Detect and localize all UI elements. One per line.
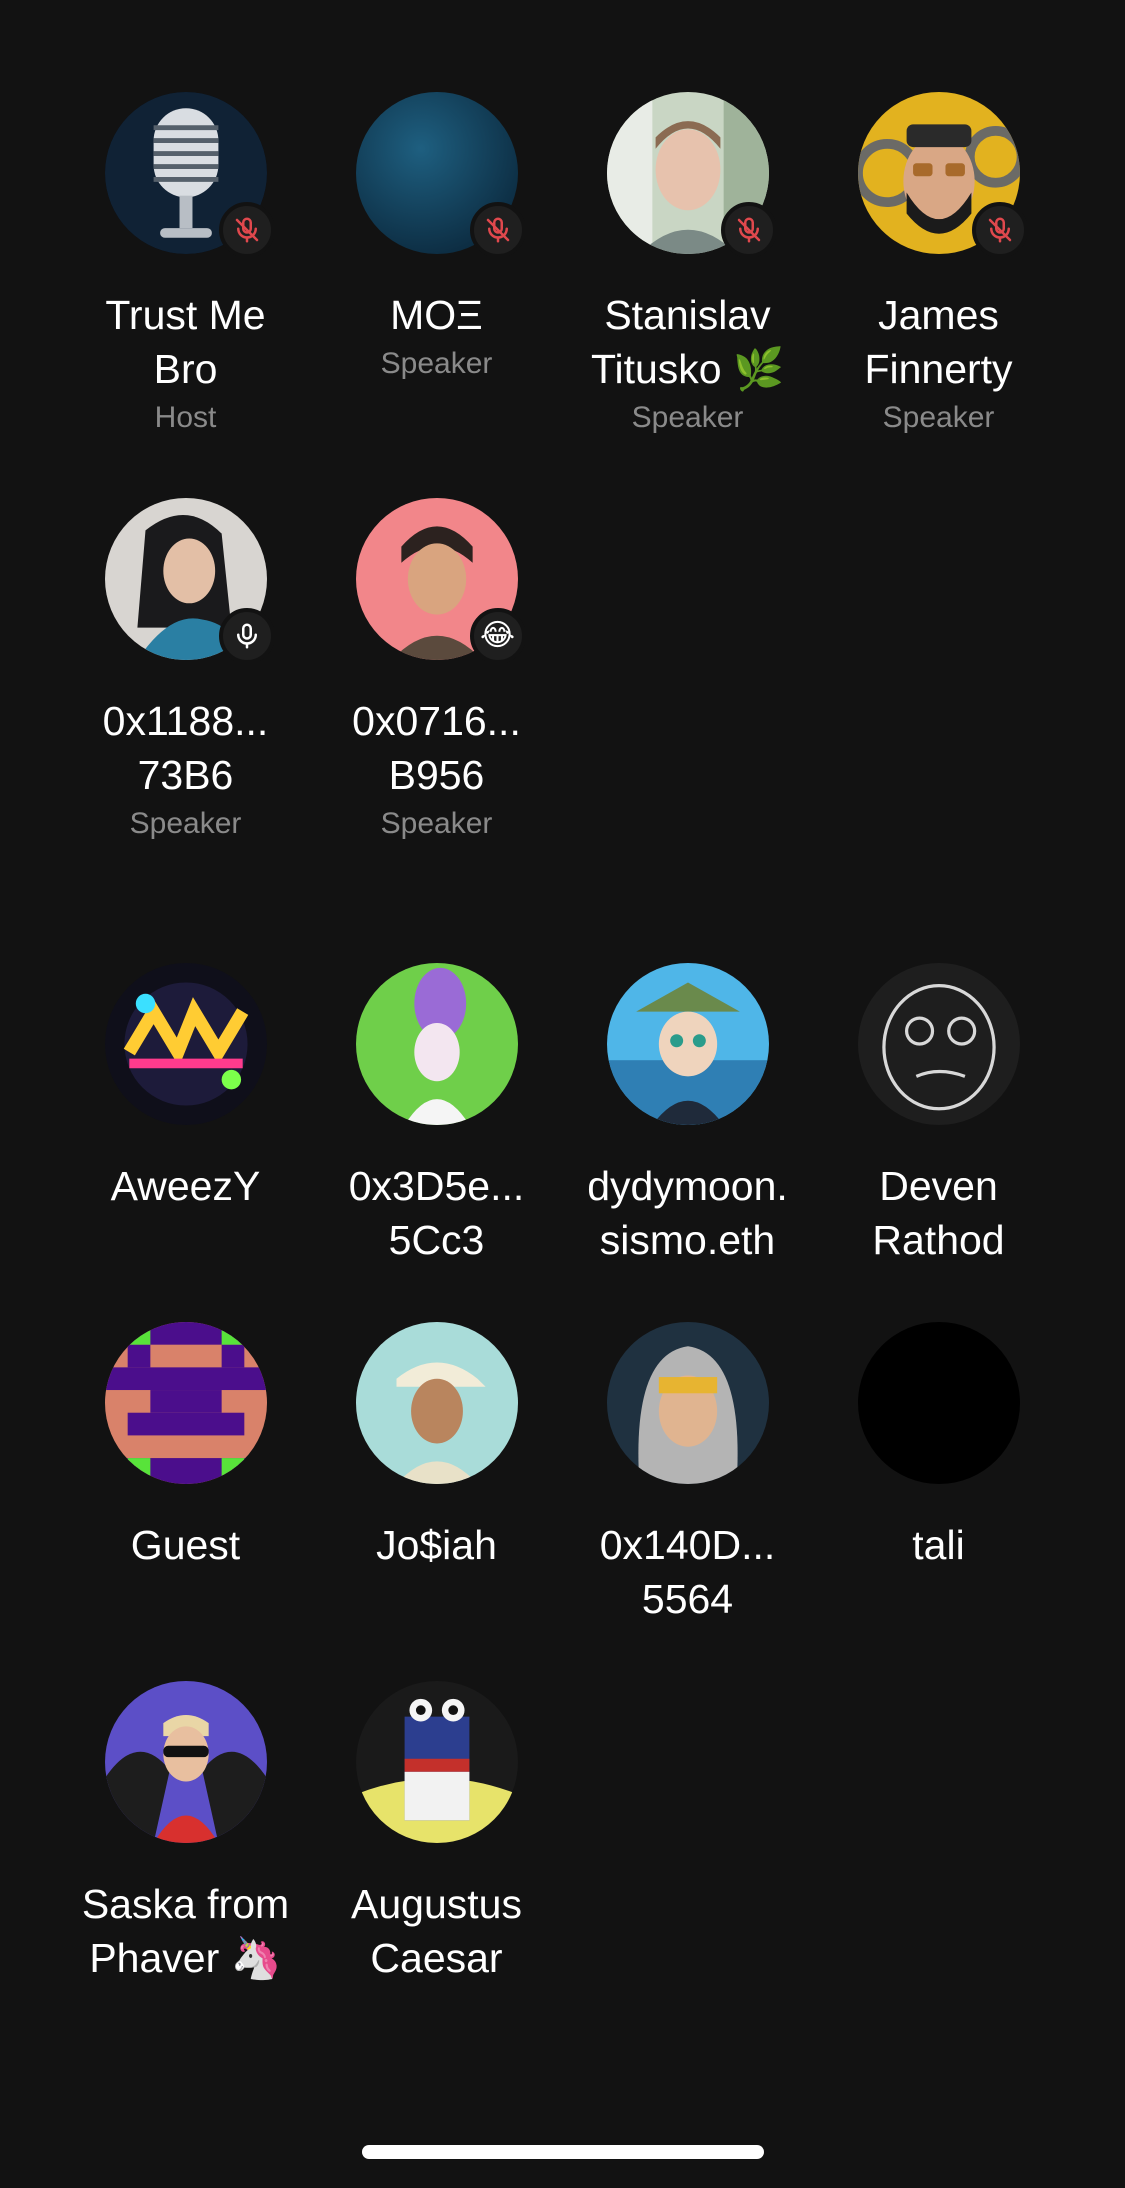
listener-card[interactable]: dydymoon. sismo.eth [562,963,813,1322]
speaker-role: Host [154,401,217,434]
speaker-name: 0x0716... B956 [352,698,521,798]
anime-hat-avatar[interactable] [606,963,769,1125]
listener-name: Augustus Caesar [351,1881,522,1981]
speaker-name: James Finnerty [864,292,1013,392]
listener-card[interactable]: 0x140D... 5564 [562,1322,813,1681]
sunglasses-man-avatar[interactable] [104,1681,267,1843]
speaker-role: Speaker [380,347,493,380]
cap-man-avatar[interactable] [355,1322,518,1484]
listener-name: dydymoon. sismo.eth [587,1163,788,1263]
purple-hair-avatar[interactable] [355,963,518,1125]
black-avatar[interactable] [857,1322,1020,1484]
speaker-role: Speaker [882,401,995,434]
speaker-card[interactable]: 😂 0x0716... B956 Speaker [311,498,562,904]
hooded-man-avatar[interactable] [606,1322,769,1484]
listener-name: tali [912,1522,965,1568]
mic-icon [218,608,275,664]
listener-name: Jo$iah [376,1522,497,1568]
listener-card[interactable]: AweezY [60,963,311,1322]
graffiti-logo-avatar[interactable] [104,963,267,1125]
listener-name: 0x3D5e... 5Cc3 [348,1163,525,1263]
listener-card[interactable]: Augustus Caesar [311,1681,562,2040]
speaker-role: Speaker [631,401,744,434]
listener-name: 0x140D... 5564 [599,1522,776,1622]
laughing-emoji-icon: 😂 [469,608,526,664]
speaker-card[interactable]: MOΞ Speaker [311,92,562,498]
listener-name: Deven Rathod [872,1163,1005,1263]
speaker-name: Stanislav Titusko 🌿 [590,292,785,392]
listener-card[interactable]: Deven Rathod [813,963,1064,1322]
muted-mic-icon [218,202,275,258]
speaker-role: Speaker [380,807,493,840]
listener-card[interactable]: Guest [60,1322,311,1681]
listener-card[interactable]: tali [813,1322,1064,1681]
home-indicator[interactable] [362,2145,764,2159]
speaker-name: Trust Me Bro [105,292,266,392]
speaker-card[interactable]: 0x1188... 73B6 Speaker [60,498,311,904]
speaker-card[interactable]: Trust Me Bro Host [60,92,311,498]
speaker-role: Speaker [129,807,242,840]
listeners-grid: AweezY 0x3D5e... 5Cc3 dydymoon. sismo.et… [0,963,1125,2040]
cigarette-pack-avatar[interactable] [355,1681,518,1843]
listener-name: Guest [130,1522,241,1568]
speakers-grid: Trust Me Bro Host MOΞ Speaker Stanislav … [0,92,1125,904]
speaker-name: 0x1188... 73B6 [102,698,269,798]
listener-name: Saska from Phaver 🦄 [81,1881,290,1981]
muted-mic-icon [469,202,526,258]
listener-name: AweezY [110,1163,261,1209]
speaker-card[interactable]: James Finnerty Speaker [813,92,1064,498]
listener-card[interactable]: Saska from Phaver 🦄 [60,1681,311,2040]
pixel-pattern-avatar[interactable] [104,1322,267,1484]
sketch-face-avatar[interactable] [857,963,1020,1125]
muted-mic-icon [720,202,777,258]
speaker-card[interactable]: Stanislav Titusko 🌿 Speaker [562,92,813,498]
listener-card[interactable]: 0x3D5e... 5Cc3 [311,963,562,1322]
listener-card[interactable]: Jo$iah [311,1322,562,1681]
muted-mic-icon [971,202,1028,258]
speaker-name: MOΞ [390,292,483,338]
